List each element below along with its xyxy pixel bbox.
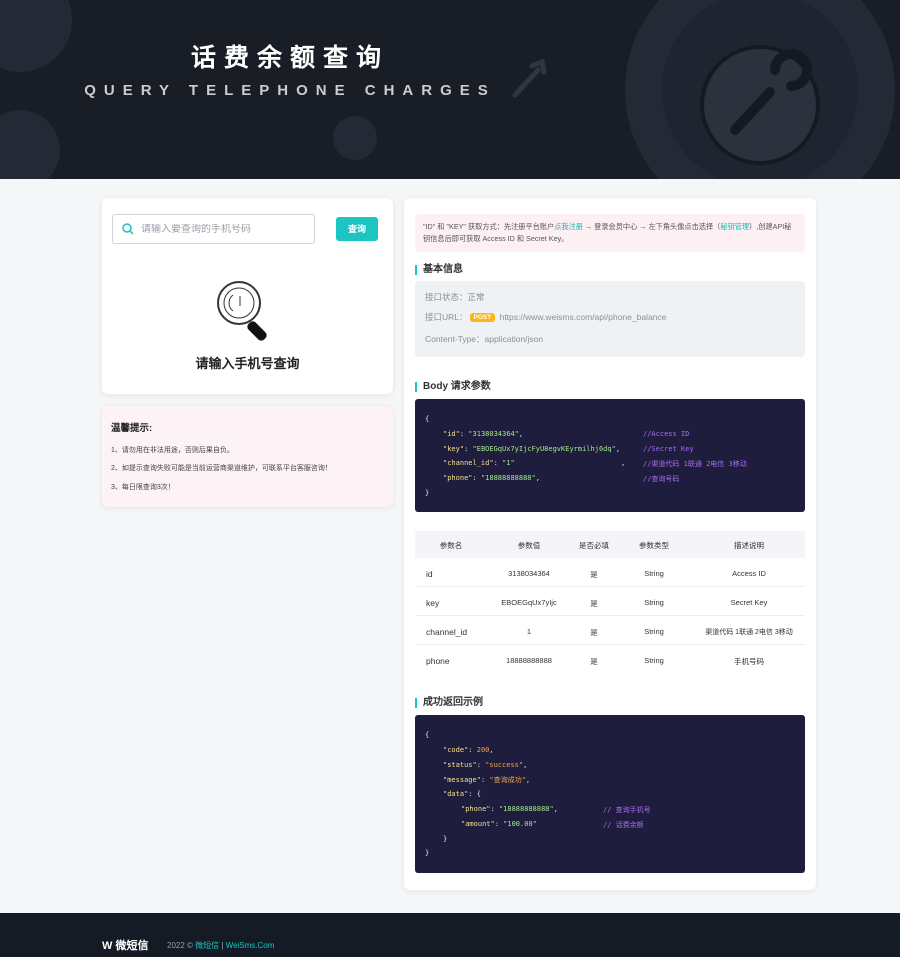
status-line: 接口状态：正常 — [425, 291, 485, 303]
param-desc: Secret Key — [730, 598, 768, 607]
code-brace: { — [425, 415, 430, 423]
table-header-cell: 描述说明 — [734, 541, 764, 550]
param-name: channel_id — [426, 627, 468, 637]
code-line: "status": "success", — [443, 761, 528, 769]
key-notice: "ID" 和 "KEY" 获取方式：先注册平台账户点我注册 → 登录会员中心 →… — [415, 214, 805, 252]
param-required: 是 — [590, 628, 598, 637]
footer-brand-link[interactable]: 微短信 — [195, 941, 219, 950]
basic-info-title: 基本信息 — [415, 265, 463, 275]
table-header-cell: 参数类型 — [639, 541, 669, 550]
footer: W 微短信 2022 © 微短信 | WeiSms.Com — [0, 913, 900, 957]
param-name: key — [426, 598, 440, 608]
status-value: 正常 — [467, 292, 485, 302]
code-comment: // 查询手机号 — [603, 806, 651, 814]
code-line: "key": "EBOEGqUx7yIjcFyU8egvKEyrmilhj6dq… — [443, 445, 621, 453]
code-brace: } — [425, 489, 430, 497]
code-line: "code": 200, — [443, 746, 494, 754]
tip-item: 3、每日限查询3次！ — [111, 484, 175, 491]
body-params-title: Body 请求参数 — [415, 382, 491, 392]
table-header: 参数名 参数值 是否必填 参数类型 描述说明 — [415, 531, 805, 558]
code-line: "phone": "18888888888", — [461, 805, 558, 813]
code-line: "data": { — [443, 790, 481, 798]
empty-state-text: 请输入手机号查询 — [195, 356, 300, 371]
success-example-title: 成功返回示例 — [415, 698, 483, 708]
tip-item: 2、如提示查询失败可能是当前运营商渠道维护，可联系平台客服咨询！ — [111, 465, 332, 472]
api-url: https://www.weisms.com/api/phone_balance — [499, 312, 667, 322]
param-desc: Access ID — [732, 569, 766, 578]
param-name: phone — [426, 656, 450, 666]
request-code-block: { "id": "3138034364", //Access ID "key":… — [415, 399, 805, 512]
page-title: 话费余额查询 — [190, 43, 389, 72]
code-comment: //Secret Key — [643, 445, 694, 453]
content-type-value: application/json — [484, 334, 544, 344]
header-banner: 话费余额查询 QUERY TELEPHONE CHARGES — [0, 0, 900, 179]
footer-copyright: 2022 © 微短信 | WeiSms.Com — [167, 941, 275, 950]
param-type: String — [644, 598, 664, 607]
phone-search-input[interactable] — [141, 223, 301, 235]
param-required: 是 — [590, 657, 598, 666]
code-brace: } — [443, 835, 448, 843]
method-badge: POST — [469, 313, 496, 323]
param-desc: 手机号码 — [734, 657, 764, 666]
code-brace: { — [425, 731, 430, 739]
footer-site-link[interactable]: WeiSms.Com — [226, 941, 275, 950]
phone-search-box[interactable] — [112, 214, 315, 244]
code-comment: // 话费余额 — [603, 821, 644, 829]
api-doc-card: "ID" 和 "KEY" 获取方式：先注册平台账户点我注册 → 登录会员中心 →… — [404, 198, 816, 890]
table-row: key EBOEGqUx7yIjc 是 String Secret Key — [415, 587, 805, 616]
table-row: phone 18888888888 是 String 手机号码 — [415, 645, 805, 674]
param-type: String — [644, 569, 664, 578]
param-required: 是 — [590, 570, 598, 579]
param-value: 3138034364 — [508, 569, 550, 578]
param-value: EBOEGqUx7yIjc — [501, 598, 557, 607]
table-row: channel_id 1 是 String 渠道代码 1联通 2电信 3移动 — [415, 616, 805, 645]
code-comment: //渠道代码 1联通 2电信 3移动 — [643, 460, 747, 468]
code-line: "channel_id": "1" — [443, 459, 515, 467]
table-header-cell: 参数名 — [439, 541, 463, 550]
code-comment: //查询号码 — [643, 475, 680, 483]
status-label: 接口状态： — [425, 292, 468, 302]
code-comma: , — [621, 459, 626, 467]
basic-info-box: 接口状态：正常 接口URL： POST https://www.weisms.co… — [415, 281, 805, 357]
query-button[interactable]: 查询 — [336, 217, 378, 241]
search-card: 查询 请输入手机号查询 — [102, 198, 393, 394]
param-name: id — [426, 569, 433, 579]
code-line: "phone": "18888888888", — [443, 474, 540, 482]
notice-text: → 登录会员中心 → 左下角头像点击选择（ — [582, 222, 721, 231]
table-header-cell: 参数值 — [517, 541, 541, 550]
table-row: id 3138034364 是 String Access ID — [415, 558, 805, 587]
register-link[interactable]: 点我注册 — [554, 222, 583, 231]
param-value: 18888888888 — [506, 656, 552, 665]
search-icon — [122, 223, 134, 235]
code-line: "id": "3138034364", — [443, 430, 524, 438]
url-line: 接口URL： POST https://www.weisms.com/api/ph… — [425, 311, 666, 323]
key-management-link[interactable]: 秘钥管理 — [720, 222, 749, 231]
param-type: String — [644, 627, 664, 636]
url-label: 接口URL： — [425, 312, 468, 322]
tips-title: 温馨提示: — [111, 423, 153, 434]
code-line: "message": "查询成功", — [443, 776, 531, 784]
param-desc: 渠道代码 1联通 2电信 3移动 — [705, 629, 793, 636]
footer-logo: W 微短信 — [102, 940, 149, 952]
param-value: 1 — [526, 627, 532, 636]
code-brace: } — [425, 849, 430, 857]
magnifier-icon — [217, 281, 267, 341]
param-required: 是 — [590, 599, 598, 608]
code-comment: //Access ID — [643, 430, 690, 438]
tips-card: 温馨提示: 1、请勿用在非法用途，否则后果自负。 2、如提示查询失败可能是当前运… — [102, 406, 393, 507]
content-type-line: Content-Type：application/json — [425, 333, 543, 345]
param-type: String — [644, 656, 664, 665]
notice-text: "ID" 和 "KEY" 获取方式：先注册平台账户 — [423, 222, 555, 231]
table-header-cell: 是否必填 — [579, 541, 609, 550]
content-type-label: Content-Type： — [425, 334, 485, 344]
response-code-block: { "code": 200, "status": "success", "mes… — [415, 715, 805, 873]
page-subtitle: QUERY TELEPHONE CHARGES — [84, 82, 496, 99]
tip-item: 1、请勿用在非法用途，否则后果自负。 — [111, 447, 234, 454]
code-line: "amount": "100.00" — [461, 820, 537, 828]
